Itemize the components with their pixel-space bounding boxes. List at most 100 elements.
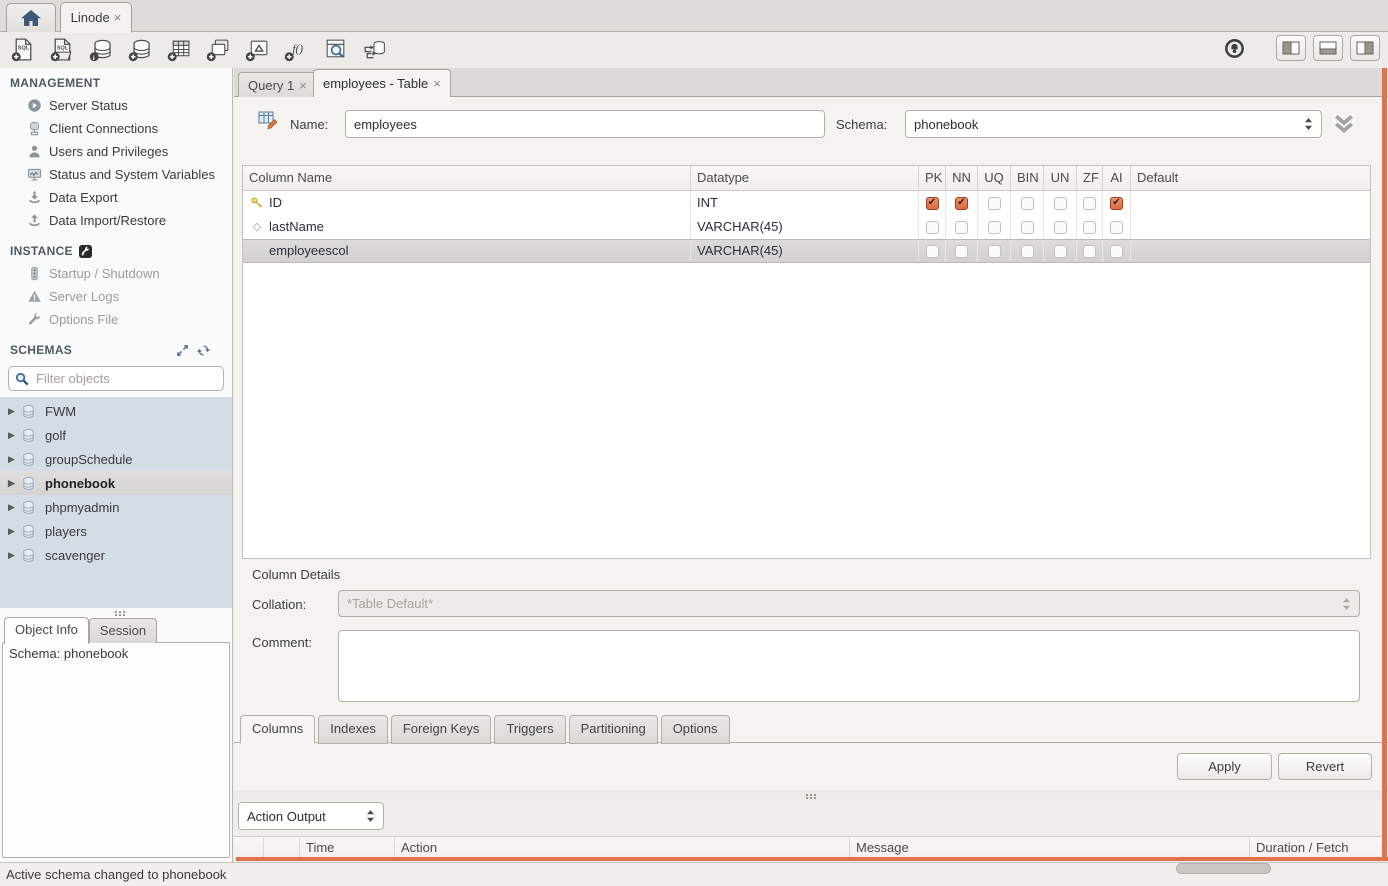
expand-form-chevron-icon[interactable] xyxy=(1332,113,1356,135)
create-schema-button[interactable] xyxy=(125,35,155,63)
pk-checkbox[interactable] xyxy=(926,221,939,234)
apply-button[interactable]: Apply xyxy=(1177,753,1272,780)
refresh-schemas-icon[interactable] xyxy=(197,344,210,357)
connection-tab[interactable]: Linode × xyxy=(60,2,132,33)
expander-icon[interactable]: ▶ xyxy=(8,478,20,489)
expander-icon[interactable]: ▶ xyxy=(8,550,20,561)
sidebar-item-data-import-restore[interactable]: Data Import/Restore xyxy=(0,209,232,232)
column-header-UN[interactable]: UN xyxy=(1044,166,1077,190)
expander-icon[interactable]: ▶ xyxy=(8,454,20,465)
expander-icon[interactable]: ▶ xyxy=(8,406,20,417)
uq-checkbox[interactable] xyxy=(988,197,1001,210)
output-header-action[interactable]: Action xyxy=(395,837,850,859)
nn-checkbox[interactable] xyxy=(955,197,968,210)
schema-players[interactable]: ▶players xyxy=(0,519,232,543)
tab-foreign-keys[interactable]: Foreign Keys xyxy=(391,715,492,744)
nn-checkbox[interactable] xyxy=(955,245,968,258)
bin-checkbox[interactable] xyxy=(1021,245,1034,258)
create-view-button[interactable] xyxy=(203,35,233,63)
datatype-cell[interactable]: VARCHAR(45) xyxy=(691,240,919,262)
tab-indexes[interactable]: Indexes xyxy=(318,715,388,744)
column-row-employeescol[interactable]: employeescolVARCHAR(45) xyxy=(243,239,1370,263)
create-procedure-button[interactable] xyxy=(242,35,272,63)
uq-checkbox[interactable] xyxy=(988,221,1001,234)
sidebar-item-status-and-system-variables[interactable]: Status and System Variables xyxy=(0,163,232,186)
sidebar-item-client-connections[interactable]: Client Connections xyxy=(0,117,232,140)
column-header-PK[interactable]: PK xyxy=(919,166,946,190)
schema-filter[interactable] xyxy=(8,366,224,391)
tab-session[interactable]: Session xyxy=(89,618,157,643)
zf-checkbox[interactable] xyxy=(1083,197,1096,210)
default-cell[interactable] xyxy=(1131,215,1370,239)
column-header-UQ[interactable]: UQ xyxy=(978,166,1011,190)
output-splitter[interactable] xyxy=(234,790,1388,800)
un-checkbox[interactable] xyxy=(1054,221,1067,234)
table-name-input[interactable] xyxy=(345,110,825,138)
output-header-blank[interactable] xyxy=(234,837,264,859)
un-checkbox[interactable] xyxy=(1054,197,1067,210)
tab-columns[interactable]: Columns xyxy=(240,715,315,744)
new-sql-tab-button[interactable]: SQL xyxy=(8,35,38,63)
ai-checkbox[interactable] xyxy=(1110,197,1123,210)
column-header-AI[interactable]: AI xyxy=(1103,166,1131,190)
sidebar-item-users-and-privileges[interactable]: Users and Privileges xyxy=(0,140,232,163)
sidebar-item-options-file[interactable]: Options File xyxy=(0,308,232,331)
expander-icon[interactable]: ▶ xyxy=(8,526,20,537)
notification-icon[interactable] xyxy=(1224,38,1245,59)
schema-golf[interactable]: ▶golf xyxy=(0,423,232,447)
horizontal-scrollbar[interactable] xyxy=(1176,863,1271,874)
zf-checkbox[interactable] xyxy=(1083,245,1096,258)
sidebar-item-server-logs[interactable]: Server Logs xyxy=(0,285,232,308)
collation-select[interactable]: *Table Default* xyxy=(338,590,1360,617)
schema-scavenger[interactable]: ▶scavenger xyxy=(0,543,232,567)
datatype-cell[interactable]: INT xyxy=(691,191,919,215)
schema-select[interactable]: phonebook xyxy=(905,110,1322,138)
schema-FWM[interactable]: ▶FWM xyxy=(0,399,232,423)
sidebar-splitter[interactable] xyxy=(0,608,232,616)
un-checkbox[interactable] xyxy=(1054,245,1067,258)
revert-button[interactable]: Revert xyxy=(1278,753,1372,780)
create-function-button[interactable]: f() xyxy=(281,35,311,63)
close-table-tab-icon[interactable]: × xyxy=(433,76,441,91)
column-header-Datatype[interactable]: Datatype xyxy=(691,166,919,190)
default-cell[interactable] xyxy=(1131,191,1370,215)
reconnect-dbms-button[interactable] xyxy=(359,35,389,63)
column-header-ZF[interactable]: ZF xyxy=(1077,166,1103,190)
column-header-Column Name[interactable]: Column Name xyxy=(243,166,691,190)
nn-checkbox[interactable] xyxy=(955,221,968,234)
schema-phonebook[interactable]: ▶phonebook xyxy=(0,471,232,495)
output-header-duration-fetch[interactable]: Duration / Fetch xyxy=(1250,837,1388,859)
expander-icon[interactable]: ▶ xyxy=(8,430,20,441)
home-tab[interactable] xyxy=(6,3,56,32)
close-query-tab-icon[interactable]: × xyxy=(299,78,307,93)
tab-options[interactable]: Options xyxy=(661,715,730,744)
toggle-left-sidebar-button[interactable] xyxy=(1276,35,1306,61)
create-table-button[interactable] xyxy=(164,35,194,63)
tab-query-1[interactable]: Query 1 × xyxy=(238,72,317,97)
expander-icon[interactable]: ▶ xyxy=(8,502,20,513)
expand-schemas-icon[interactable] xyxy=(176,344,189,357)
sidebar-item-startup-shutdown[interactable]: Startup / Shutdown xyxy=(0,262,232,285)
output-selector[interactable]: Action Output xyxy=(238,802,384,830)
search-table-data-button[interactable] xyxy=(320,35,350,63)
ai-checkbox[interactable] xyxy=(1110,245,1123,258)
toggle-bottom-panel-button[interactable] xyxy=(1313,35,1343,61)
column-header-NN[interactable]: NN xyxy=(946,166,978,190)
datatype-cell[interactable]: VARCHAR(45) xyxy=(691,215,919,239)
comment-textarea[interactable] xyxy=(338,630,1360,702)
ai-checkbox[interactable] xyxy=(1110,221,1123,234)
column-row-lastName[interactable]: ◇lastNameVARCHAR(45) xyxy=(243,215,1370,239)
tab-object-info[interactable]: Object Info xyxy=(4,617,89,644)
output-header-blank[interactable] xyxy=(264,837,300,859)
tab-triggers[interactable]: Triggers xyxy=(494,715,565,744)
output-header-time[interactable]: Time xyxy=(300,837,395,859)
column-row-ID[interactable]: IDINT xyxy=(243,191,1370,215)
zf-checkbox[interactable] xyxy=(1083,221,1096,234)
uq-checkbox[interactable] xyxy=(988,245,1001,258)
output-header-message[interactable]: Message xyxy=(850,837,1250,859)
schema-phpmyadmin[interactable]: ▶phpmyadmin xyxy=(0,495,232,519)
bin-checkbox[interactable] xyxy=(1021,197,1034,210)
tab-employees-table[interactable]: employees - Table × xyxy=(313,69,451,97)
bin-checkbox[interactable] xyxy=(1021,221,1034,234)
column-header-BIN[interactable]: BIN xyxy=(1011,166,1044,190)
